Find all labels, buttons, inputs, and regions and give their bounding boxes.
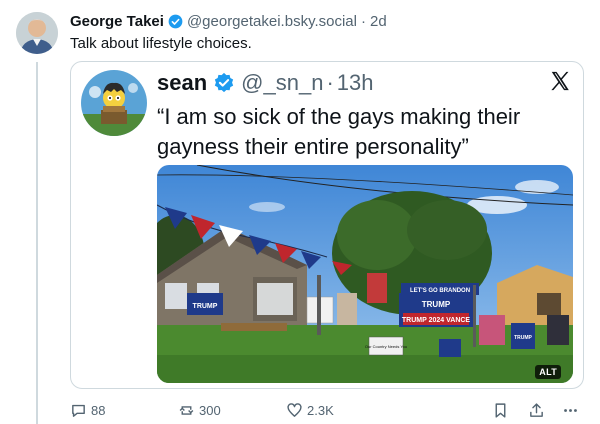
quoted-author-name[interactable]: sean xyxy=(157,70,207,96)
post-time[interactable]: 2d xyxy=(370,13,387,30)
quoted-author-handle[interactable]: @_sn_n xyxy=(241,70,323,96)
quoted-avatar-image xyxy=(81,70,147,136)
post-header: George Takei @georgetakei.bsky.social · … xyxy=(70,11,387,31)
more-dots-icon xyxy=(564,408,577,412)
bookmark-icon xyxy=(495,402,506,418)
avatar[interactable] xyxy=(16,12,58,54)
reply-icon xyxy=(72,404,85,417)
sign-text-5: TRUMP xyxy=(514,335,532,341)
thread-line xyxy=(36,62,38,424)
separator: · xyxy=(360,12,366,30)
quoted-separator: · xyxy=(326,70,334,95)
yard-photo[interactable]: TRUMP TRUMP TRUMP 2024 VANCE LET'S GO BR… xyxy=(157,165,573,383)
heart-icon xyxy=(287,402,302,417)
sign-text-1: TRUMP xyxy=(193,303,218,310)
sign-text-3: TRUMP 2024 VANCE xyxy=(402,317,471,324)
avatar-image xyxy=(16,12,58,54)
bookmark-button[interactable] xyxy=(492,400,513,420)
quoted-avatar xyxy=(81,70,147,136)
verified-badge-icon xyxy=(214,72,234,93)
sign-text-6: LET'S GO BRANDON xyxy=(410,288,470,294)
reply-count: 88 xyxy=(91,402,106,418)
post-text: Talk about lifestyle choices. xyxy=(70,35,252,52)
like-count: 2.3K xyxy=(307,402,334,418)
reply-button[interactable]: 88 xyxy=(70,400,105,420)
author-handle[interactable]: @georgetakei.bsky.social xyxy=(187,13,357,30)
share-icon xyxy=(530,402,543,417)
share-button[interactable] xyxy=(528,400,549,420)
yard-photo-image: TRUMP TRUMP TRUMP 2024 VANCE LET'S GO BR… xyxy=(157,165,573,383)
alt-badge[interactable]: ALT xyxy=(535,365,561,379)
author-name[interactable]: George Takei xyxy=(70,13,164,30)
verified-badge-icon xyxy=(168,14,183,28)
repost-icon xyxy=(179,405,194,415)
repost-button[interactable]: 300 xyxy=(178,400,221,420)
sign-text-4: Our Country Needs You xyxy=(365,344,407,349)
action-bar: 88 300 2.3K xyxy=(70,400,584,420)
x-logo-icon xyxy=(551,71,569,91)
more-options-button[interactable] xyxy=(562,400,583,420)
quoted-post-card[interactable]: sean @_sn_n · 13h “I am so sick of the g… xyxy=(70,61,584,389)
quoted-time[interactable]: 13h xyxy=(337,70,374,96)
quoted-text: “I am so sick of the gays making their g… xyxy=(157,104,521,159)
quoted-header: sean @_sn_n · 13h xyxy=(157,68,373,98)
like-button[interactable]: 2.3K xyxy=(286,400,334,420)
repost-count: 300 xyxy=(199,402,221,418)
sign-text-2: TRUMP xyxy=(422,300,451,309)
